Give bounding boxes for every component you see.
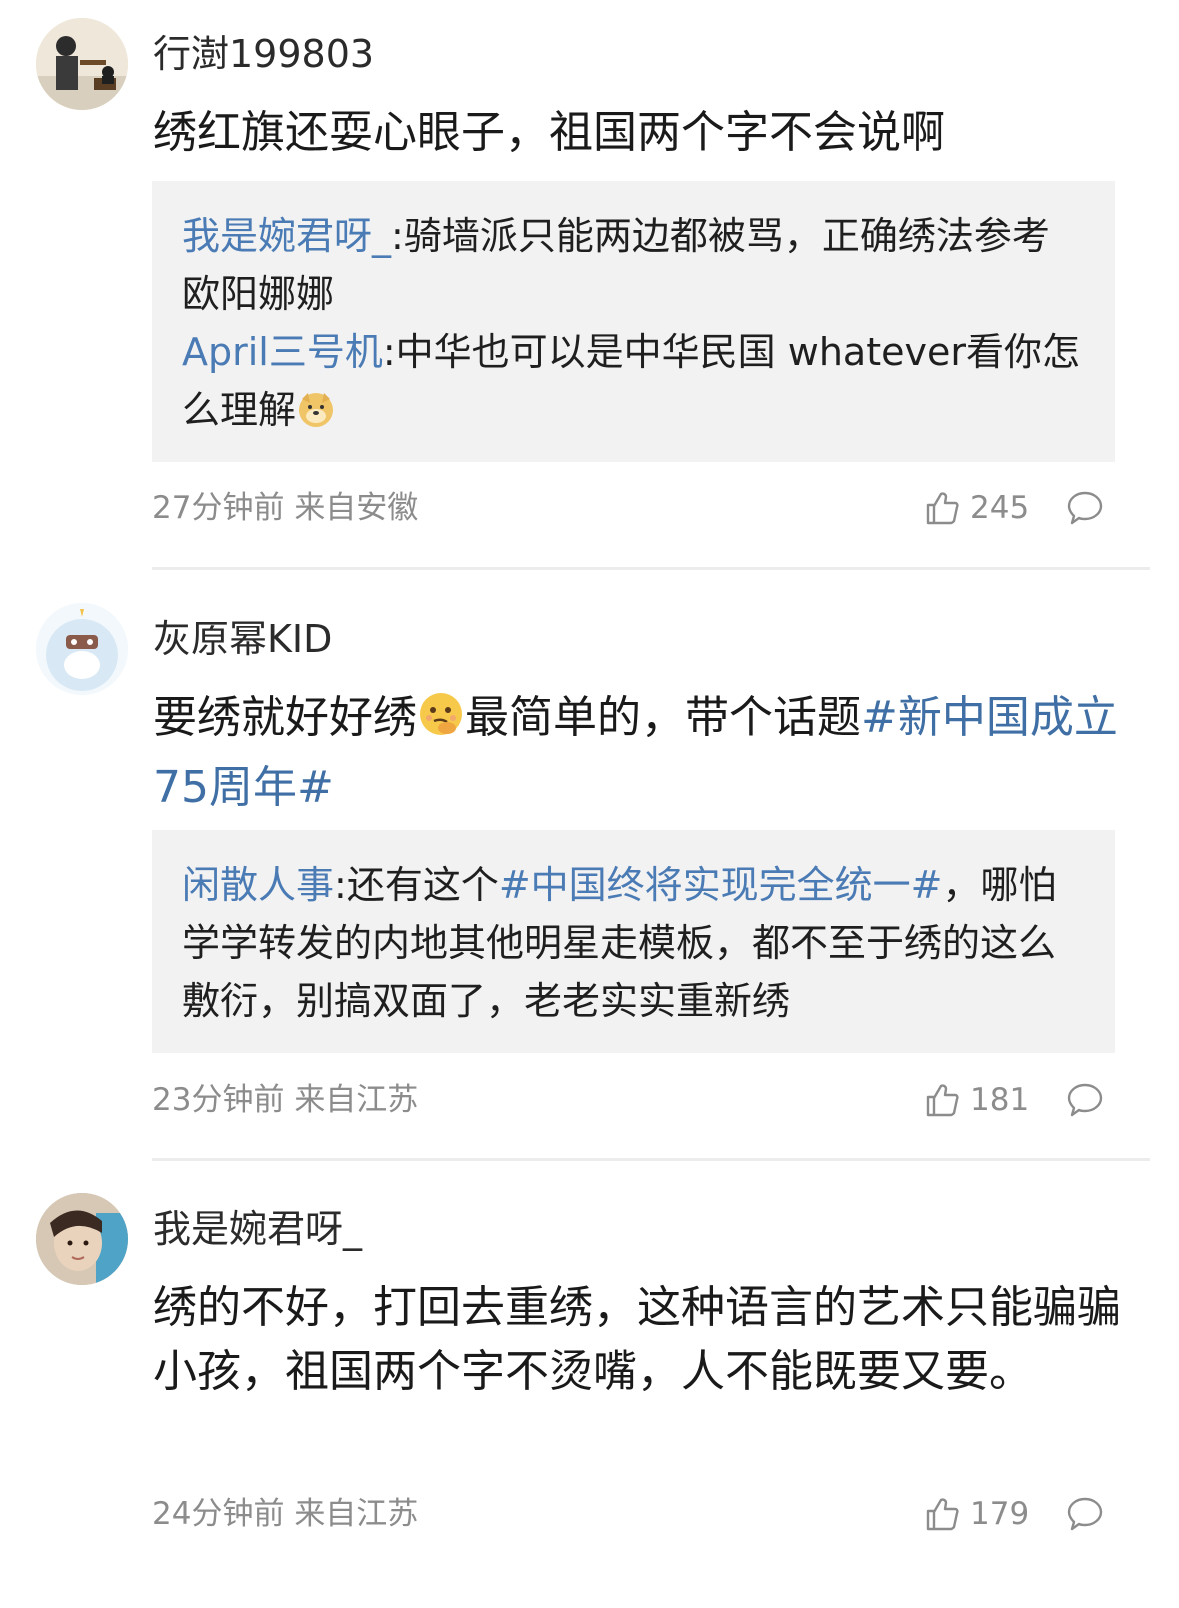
doge-emoji — [296, 387, 336, 445]
comment-location: 来自安徽 — [294, 490, 419, 526]
reply-box[interactable]: 我是婉君呀_:骑墙派只能两边都被骂，正确绣法参考欧阳娜娜 April三号机:中华… — [152, 181, 1115, 462]
comment-location: 来自江苏 — [294, 1496, 419, 1532]
divider — [152, 1158, 1150, 1161]
comment-icon — [1067, 1083, 1103, 1117]
reply-author[interactable]: 我是婉君呀_ — [182, 214, 391, 258]
comment-icon — [1067, 1497, 1103, 1531]
comment-button[interactable] — [1066, 1496, 1104, 1536]
comment-meta: 23分钟前 来自江苏 — [152, 1080, 418, 1120]
divider — [152, 567, 1150, 570]
avatar[interactable] — [36, 18, 128, 110]
like-count: 181 — [970, 1082, 1030, 1118]
reply-author[interactable]: April三号机 — [182, 330, 383, 374]
like-button[interactable]: 179 — [924, 1494, 1029, 1534]
comment-icon — [1067, 491, 1103, 525]
comment-meta: 27分钟前 来自安徽 — [152, 488, 418, 528]
comment-meta: 24分钟前 来自江苏 — [152, 1494, 418, 1534]
topic-link[interactable]: #中国终将实现完全统一# — [499, 863, 943, 907]
like-button[interactable]: 181 — [924, 1080, 1029, 1120]
reply-item: 闲散人事:还有这个#中国终将实现完全统一#，哪怕学学转发的内地其他明星走模板，都… — [182, 856, 1085, 1030]
comment-text: 绣红旗还耍心眼子，祖国两个字不会说啊 — [153, 107, 945, 158]
comment-time: 27分钟前 — [152, 490, 285, 526]
avatar[interactable] — [36, 603, 128, 695]
reply-item: April三号机:中华也可以是中华民国 whatever看你怎么理解 — [182, 323, 1085, 445]
username[interactable]: 我是婉君呀_ — [153, 1207, 362, 1251]
reply-text: :还有这个 — [334, 863, 499, 907]
comment-time: 23分钟前 — [152, 1082, 285, 1118]
comment-button[interactable] — [1066, 490, 1104, 530]
reply-box[interactable]: 闲散人事:还有这个#中国终将实现完全统一#，哪怕学学转发的内地其他明星走模板，都… — [152, 830, 1115, 1053]
like-count: 245 — [970, 490, 1030, 526]
comment-location: 来自江苏 — [294, 1082, 419, 1118]
comment-text: 绣的不好，打回去重绣，这种语言的艺术只能骗骗小孩，祖国两个字不烫嘴，人不能既要又… — [153, 1282, 1121, 1397]
reply-item: 我是婉君呀_:骑墙派只能两边都被骂，正确绣法参考欧阳娜娜 — [182, 207, 1085, 323]
comment-time: 24分钟前 — [152, 1496, 285, 1532]
think-emoji — [417, 690, 465, 756]
comment-button[interactable] — [1066, 1082, 1104, 1122]
like-icon — [926, 1084, 959, 1117]
like-icon — [926, 1498, 959, 1531]
comment-text-part: 要绣就好好绣 — [153, 692, 417, 743]
like-icon — [926, 492, 959, 525]
like-count: 179 — [970, 1496, 1030, 1532]
username[interactable]: 灰原幂KID — [153, 617, 332, 661]
username[interactable]: 行澍199803 — [153, 32, 374, 76]
comment-text-part: 最简单的，带个话题 — [465, 692, 861, 743]
comment-text: 要绣就好好绣 最简单的，带个话题#新中国成立75周年# — [153, 686, 1128, 820]
avatar[interactable] — [36, 1193, 128, 1285]
reply-author[interactable]: 闲散人事 — [182, 863, 334, 907]
like-button[interactable]: 245 — [924, 488, 1029, 528]
comment-item: 行澍199803 绣红旗还耍心眼子，祖国两个字不会说啊 我是婉君呀_:骑墙派只能… — [0, 0, 1179, 570]
